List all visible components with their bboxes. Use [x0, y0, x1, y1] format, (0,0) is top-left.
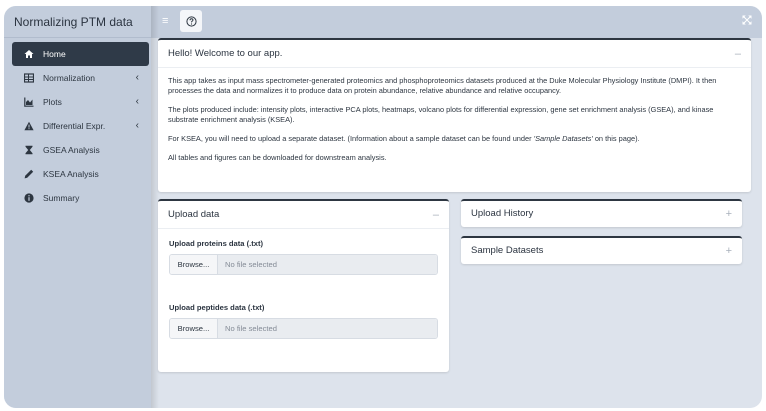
collapse-button[interactable]: –: [433, 201, 439, 229]
sidebar-item-ksea-analysis[interactable]: KSEA Analysis: [12, 162, 149, 186]
expand-button[interactable]: +: [726, 201, 732, 227]
home-icon: [24, 49, 39, 59]
upload-data-box: Upload data – Upload proteins data (.txt…: [158, 199, 449, 372]
welcome-paragraph-plots: The plots produced include: intensity pl…: [168, 105, 714, 124]
sidebar-item-label: KSEA Analysis: [43, 169, 99, 179]
welcome-paragraph-ksea: For KSEA, you will need to upload a sepa…: [168, 134, 640, 143]
chevron-left-icon: ‹: [135, 72, 139, 83]
upload-title: Upload data: [168, 209, 220, 220]
samples-box-header[interactable]: Sample Datasets +: [461, 238, 742, 264]
history-title: Upload History: [471, 208, 534, 219]
sidebar-item-label: Plots: [43, 97, 62, 107]
peptides-browse-button[interactable]: Browse...: [170, 319, 218, 338]
warning-icon: [24, 121, 39, 131]
proteins-browse-button[interactable]: Browse...: [170, 255, 218, 274]
pen-icon: [24, 169, 39, 179]
info-icon: [24, 193, 39, 203]
proteins-upload-label: Upload proteins data (.txt): [169, 239, 264, 248]
sidebar-item-label: Normalization: [43, 73, 95, 83]
sample-datasets-box: Sample Datasets +: [461, 236, 742, 264]
history-box-header[interactable]: Upload History +: [461, 201, 742, 227]
upload-body: Upload proteins data (.txt) Browse... No…: [158, 229, 449, 377]
welcome-paragraph-downloads: All tables and figures can be downloaded…: [168, 153, 387, 162]
upload-box-header: Upload data –: [158, 201, 449, 229]
sidebar-item-label: Summary: [43, 193, 80, 203]
sidebar-item-summary[interactable]: Summary: [12, 186, 149, 210]
sidebar-item-home[interactable]: Home: [12, 42, 149, 66]
upload-history-box: Upload History +: [461, 199, 742, 227]
sidebar-toggle-icon[interactable]: ≡: [162, 15, 168, 27]
welcome-title: Hello! Welcome to our app.: [168, 48, 283, 59]
samples-title: Sample Datasets: [471, 245, 544, 256]
sidebar-item-plots[interactable]: Plots ‹: [12, 90, 149, 114]
area-chart-icon: [24, 97, 39, 107]
sidebar-item-label: Differential Expr.: [43, 121, 106, 131]
peptides-file-input[interactable]: Browse... No file selected: [169, 318, 438, 339]
question-circle-icon: [185, 15, 197, 27]
welcome-paragraph-intro: This app takes as input mass spectromete…: [168, 76, 717, 95]
help-button[interactable]: [180, 10, 202, 32]
hourglass-icon: [24, 145, 39, 155]
peptides-file-name: No file selected: [218, 319, 437, 338]
proteins-file-name: No file selected: [218, 255, 437, 274]
fullscreen-icon[interactable]: [742, 15, 752, 25]
chevron-left-icon: ‹: [135, 96, 139, 107]
sample-datasets-reference: 'Sample Datasets': [533, 134, 593, 143]
sidebar-item-differential-expr[interactable]: Differential Expr. ‹: [12, 114, 149, 138]
welcome-box: Hello! Welcome to our app. – This app ta…: [158, 38, 751, 192]
proteins-file-input[interactable]: Browse... No file selected: [169, 254, 438, 275]
collapse-button[interactable]: –: [735, 40, 741, 68]
sidebar-item-gsea-analysis[interactable]: GSEA Analysis: [12, 138, 149, 162]
expand-button[interactable]: +: [726, 238, 732, 264]
sidebar-item-label: GSEA Analysis: [43, 145, 100, 155]
welcome-body: This app takes as input mass spectromete…: [158, 68, 751, 180]
welcome-box-header: Hello! Welcome to our app. –: [158, 40, 751, 68]
peptides-upload-label: Upload peptides data (.txt): [169, 303, 265, 312]
chevron-left-icon: ‹: [135, 120, 139, 131]
sidebar: Normalizing PTM data Home Normalization …: [4, 6, 151, 408]
top-navbar: ≡: [151, 6, 762, 38]
sidebar-item-label: Home: [43, 49, 66, 59]
table-icon: [24, 73, 39, 83]
sidebar-menu: Home Normalization ‹ Plots ‹ Differentia…: [4, 38, 151, 210]
app-title: Normalizing PTM data: [4, 6, 151, 38]
sidebar-item-normalization[interactable]: Normalization ‹: [12, 66, 149, 90]
